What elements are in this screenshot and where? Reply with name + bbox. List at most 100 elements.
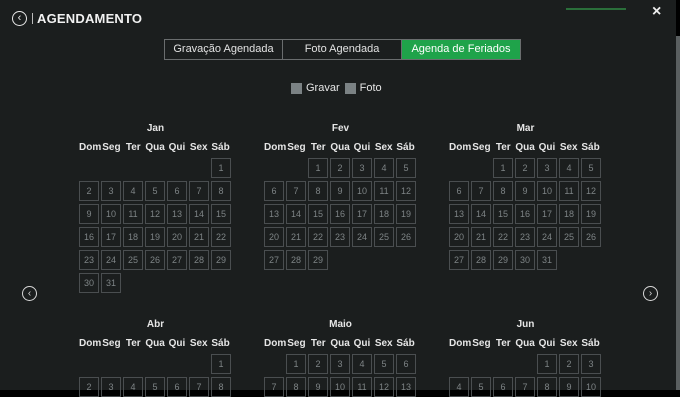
day-cell[interactable]: 1 [308, 158, 328, 178]
day-cell[interactable]: 12 [581, 181, 601, 201]
day-cell[interactable]: 31 [537, 250, 557, 270]
day-cell[interactable]: 2 [308, 354, 328, 374]
day-cell[interactable]: 3 [330, 354, 350, 374]
day-cell[interactable]: 9 [515, 181, 535, 201]
day-cell[interactable]: 11 [559, 181, 579, 201]
day-cell[interactable]: 3 [537, 158, 557, 178]
day-cell[interactable]: 13 [264, 204, 284, 224]
day-cell[interactable]: 4 [123, 181, 143, 201]
day-cell[interactable]: 17 [352, 204, 372, 224]
day-cell[interactable]: 14 [286, 204, 306, 224]
day-cell[interactable]: 6 [167, 181, 187, 201]
day-cell[interactable]: 5 [374, 354, 394, 374]
tab-gravacao-agendada[interactable]: Gravação Agendada [165, 40, 282, 59]
day-cell[interactable]: 3 [581, 354, 601, 374]
prev-month-icon[interactable]: ‹ [22, 286, 37, 301]
day-cell[interactable]: 8 [537, 377, 557, 397]
day-cell[interactable]: 8 [308, 181, 328, 201]
day-cell[interactable]: 4 [449, 377, 469, 397]
day-cell[interactable]: 17 [537, 204, 557, 224]
day-cell[interactable]: 10 [330, 377, 350, 397]
day-cell[interactable]: 6 [264, 181, 284, 201]
day-cell[interactable]: 1 [211, 158, 231, 178]
day-cell[interactable]: 24 [101, 250, 121, 270]
scrollbar[interactable] [676, 36, 680, 390]
day-cell[interactable]: 2 [79, 377, 99, 397]
day-cell[interactable]: 14 [471, 204, 491, 224]
day-cell[interactable]: 4 [352, 354, 372, 374]
day-cell[interactable]: 31 [101, 273, 121, 293]
day-cell[interactable]: 23 [515, 227, 535, 247]
day-cell[interactable]: 4 [374, 158, 394, 178]
day-cell[interactable]: 27 [264, 250, 284, 270]
day-cell[interactable]: 5 [471, 377, 491, 397]
day-cell[interactable]: 5 [581, 158, 601, 178]
day-cell[interactable]: 2 [515, 158, 535, 178]
back-icon[interactable]: ‹ [12, 10, 27, 26]
day-cell[interactable]: 1 [211, 354, 231, 374]
day-cell[interactable]: 9 [559, 377, 579, 397]
day-cell[interactable]: 12 [145, 204, 165, 224]
tab-agenda-de-feriados[interactable]: Agenda de Feriados [401, 40, 520, 59]
day-cell[interactable]: 8 [211, 181, 231, 201]
day-cell[interactable]: 28 [286, 250, 306, 270]
day-cell[interactable]: 26 [581, 227, 601, 247]
day-cell[interactable]: 20 [264, 227, 284, 247]
day-cell[interactable]: 12 [374, 377, 394, 397]
day-cell[interactable]: 10 [537, 181, 557, 201]
day-cell[interactable]: 29 [211, 250, 231, 270]
day-cell[interactable]: 4 [559, 158, 579, 178]
day-cell[interactable]: 8 [493, 181, 513, 201]
day-cell[interactable]: 26 [396, 227, 416, 247]
day-cell[interactable]: 3 [101, 377, 121, 397]
day-cell[interactable]: 7 [189, 377, 209, 397]
day-cell[interactable]: 25 [374, 227, 394, 247]
day-cell[interactable]: 24 [352, 227, 372, 247]
day-cell[interactable]: 5 [145, 181, 165, 201]
day-cell[interactable]: 14 [189, 204, 209, 224]
day-cell[interactable]: 11 [374, 181, 394, 201]
day-cell[interactable]: 15 [211, 204, 231, 224]
day-cell[interactable]: 2 [559, 354, 579, 374]
day-cell[interactable]: 3 [101, 181, 121, 201]
day-cell[interactable]: 7 [264, 377, 284, 397]
day-cell[interactable]: 25 [559, 227, 579, 247]
day-cell[interactable]: 1 [537, 354, 557, 374]
day-cell[interactable]: 22 [211, 227, 231, 247]
day-cell[interactable]: 11 [352, 377, 372, 397]
day-cell[interactable]: 4 [123, 377, 143, 397]
day-cell[interactable]: 29 [308, 250, 328, 270]
day-cell[interactable]: 18 [123, 227, 143, 247]
day-cell[interactable]: 16 [79, 227, 99, 247]
day-cell[interactable]: 27 [167, 250, 187, 270]
day-cell[interactable]: 22 [493, 227, 513, 247]
day-cell[interactable]: 21 [286, 227, 306, 247]
tab-foto-agendada[interactable]: Foto Agendada [282, 40, 401, 59]
day-cell[interactable]: 11 [123, 204, 143, 224]
day-cell[interactable]: 15 [308, 204, 328, 224]
day-cell[interactable]: 13 [396, 377, 416, 397]
day-cell[interactable]: 10 [581, 377, 601, 397]
day-cell[interactable]: 19 [396, 204, 416, 224]
day-cell[interactable]: 2 [79, 181, 99, 201]
day-cell[interactable]: 8 [286, 377, 306, 397]
day-cell[interactable]: 22 [308, 227, 328, 247]
day-cell[interactable]: 9 [330, 181, 350, 201]
day-cell[interactable]: 13 [449, 204, 469, 224]
day-cell[interactable]: 21 [189, 227, 209, 247]
day-cell[interactable]: 18 [374, 204, 394, 224]
day-cell[interactable]: 2 [330, 158, 350, 178]
day-cell[interactable]: 19 [581, 204, 601, 224]
day-cell[interactable]: 6 [396, 354, 416, 374]
day-cell[interactable]: 9 [79, 204, 99, 224]
day-cell[interactable]: 26 [145, 250, 165, 270]
day-cell[interactable]: 10 [352, 181, 372, 201]
day-cell[interactable]: 15 [493, 204, 513, 224]
next-month-icon[interactable]: › [643, 286, 658, 301]
day-cell[interactable]: 29 [493, 250, 513, 270]
day-cell[interactable]: 28 [189, 250, 209, 270]
day-cell[interactable]: 24 [537, 227, 557, 247]
day-cell[interactable]: 6 [449, 181, 469, 201]
day-cell[interactable]: 1 [493, 158, 513, 178]
day-cell[interactable]: 7 [515, 377, 535, 397]
